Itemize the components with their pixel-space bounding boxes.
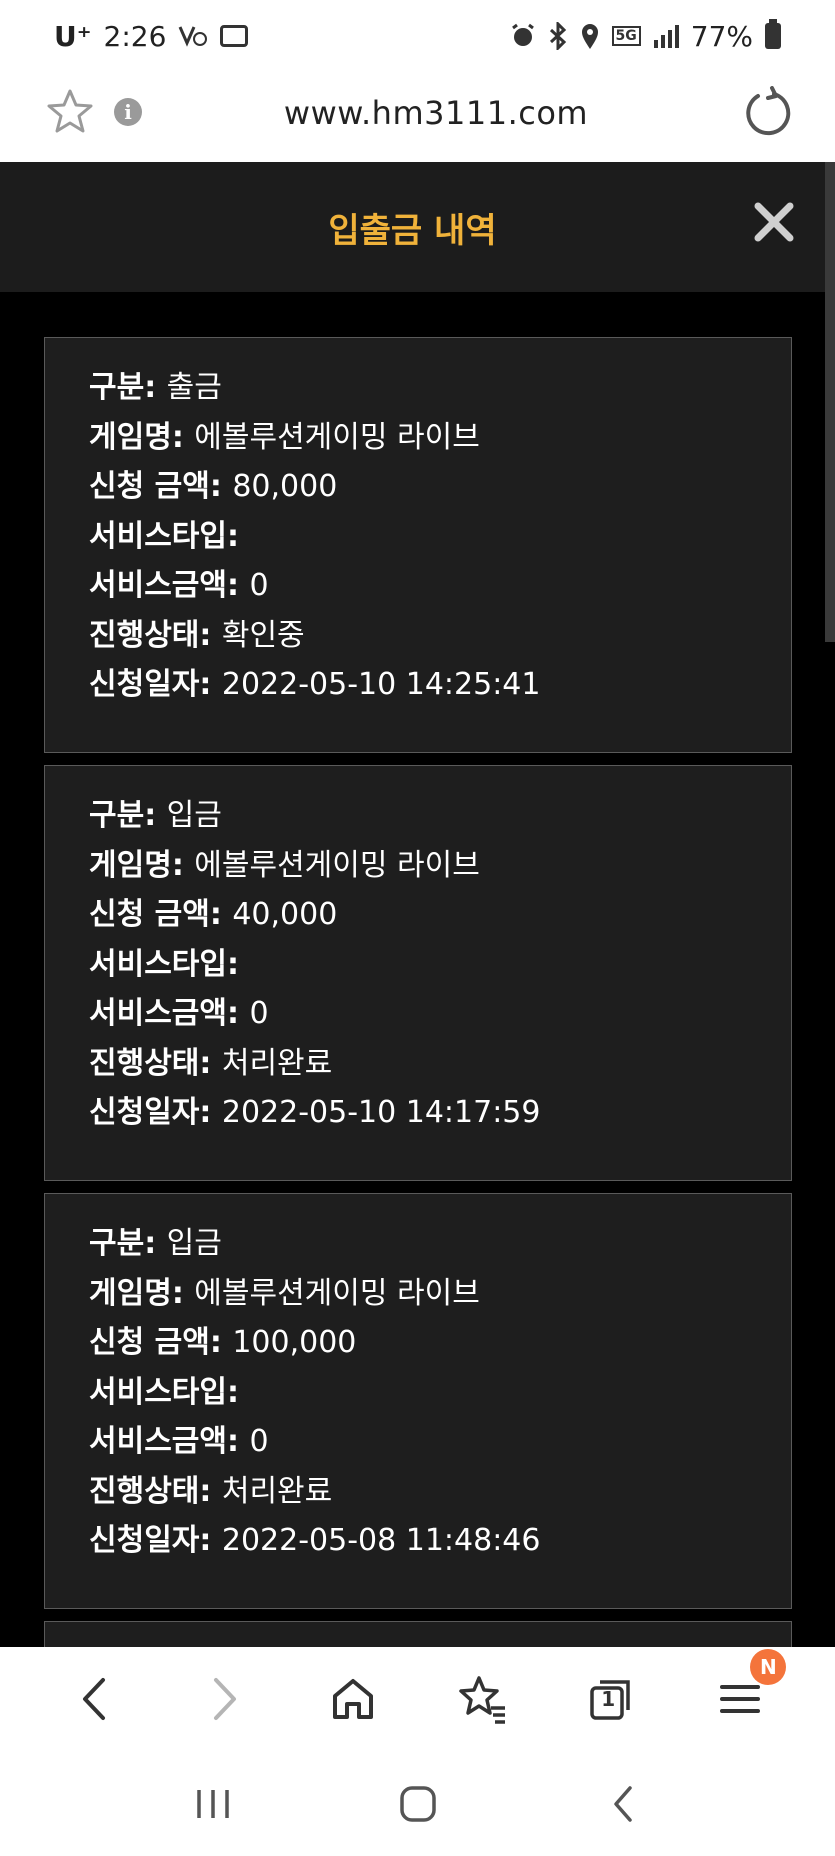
- record-service-amount: 서비스금액: 0: [89, 568, 269, 603]
- status-right: 5G 77%: [510, 19, 781, 53]
- menu-button[interactable]: N: [710, 1649, 787, 1729]
- app-notification-icon: [220, 25, 249, 47]
- scrollbar-track: [825, 642, 835, 1647]
- modal-header: 입출금 내역: [0, 162, 825, 292]
- record-amount: 신청 금액: 40,000: [89, 897, 338, 932]
- home-system-icon[interactable]: [393, 1779, 443, 1829]
- record-game: 게임명: 에볼루션게이밍 라이브: [89, 847, 480, 883]
- bluetooth-icon: [548, 22, 568, 50]
- record-date: 신청일자: 2022-05-10 14:17:59: [89, 1095, 541, 1130]
- transaction-list: 구분: 출금 게임명: 에볼루션게이밍 라이브 신청 금액: 80,000 서비…: [44, 337, 792, 1661]
- location-icon: [580, 22, 600, 50]
- battery-icon: [765, 19, 781, 49]
- carrier-label: U⁺: [54, 19, 92, 53]
- battery-percent: 77%: [690, 19, 753, 53]
- system-nav-bar: [0, 1751, 835, 1856]
- record-status: 진행상태: 확인중: [89, 617, 305, 653]
- transaction-record: 구분: 입금 게임명: 에볼루션게이밍 라이브 신청 금액: 100,000 서…: [44, 1193, 792, 1609]
- record-amount: 신청 금액: 80,000: [89, 469, 338, 504]
- record-service-type: 서비스타입:: [89, 946, 239, 982]
- clock: 2:26: [103, 19, 167, 53]
- signal-icon: [653, 24, 679, 48]
- record-type: 구분: 입금: [89, 1226, 222, 1261]
- record-service-type: 서비스타입:: [89, 1374, 239, 1410]
- volte-icon: [178, 23, 208, 49]
- reload-icon[interactable]: [740, 86, 794, 140]
- status-left: U⁺ 2:26: [54, 19, 249, 53]
- record-status: 진행상태: 처리완료: [89, 1473, 333, 1509]
- scrollbar-thumb[interactable]: [825, 162, 835, 642]
- back-system-icon[interactable]: [598, 1779, 648, 1829]
- url-text[interactable]: www.hm3111.com: [0, 94, 835, 132]
- record-date: 신청일자: 2022-05-08 11:48:46: [89, 1523, 541, 1558]
- back-button[interactable]: [65, 1669, 125, 1729]
- 5g-network-icon: 5G: [611, 26, 641, 46]
- record-type: 구분: 출금: [89, 370, 222, 405]
- transaction-record: 구분: 입금 게임명: 에볼루션게이밍 라이브 신청 금액: 40,000 서비…: [44, 765, 792, 1181]
- tabs-button[interactable]: 1: [581, 1669, 641, 1729]
- menu-badge: N: [750, 1649, 787, 1685]
- alarm-icon: [510, 23, 536, 49]
- close-icon[interactable]: [752, 200, 796, 244]
- record-date: 신청일자: 2022-05-10 14:25:41: [89, 667, 541, 702]
- record-service-type: 서비스타입:: [89, 518, 239, 554]
- browser-url-bar: i www.hm3111.com: [0, 72, 835, 162]
- network-label: 5G: [615, 28, 637, 44]
- tab-count: 1: [601, 1687, 616, 1711]
- modal-title: 입출금 내역: [328, 210, 497, 251]
- browser-bottom-nav: 1 N: [0, 1647, 835, 1751]
- record-service-amount: 서비스금액: 0: [89, 1424, 269, 1459]
- record-service-amount: 서비스금액: 0: [89, 996, 269, 1031]
- transaction-record: 구분: 출금 게임명: 에볼루션게이밍 라이브 신청 금액: 80,000 서비…: [44, 337, 792, 753]
- record-game: 게임명: 에볼루션게이밍 라이브: [89, 419, 480, 455]
- bookmarks-button[interactable]: [452, 1669, 512, 1729]
- recent-apps-icon[interactable]: [188, 1779, 238, 1829]
- forward-button[interactable]: [194, 1669, 254, 1729]
- status-bar: U⁺ 2:26 5G 77%: [0, 0, 835, 72]
- home-button[interactable]: [323, 1669, 383, 1729]
- record-status: 진행상태: 처리완료: [89, 1045, 333, 1081]
- record-amount: 신청 금액: 100,000: [89, 1325, 357, 1360]
- record-type: 구분: 입금: [89, 798, 222, 833]
- record-game: 게임명: 에볼루션게이밍 라이브: [89, 1275, 480, 1311]
